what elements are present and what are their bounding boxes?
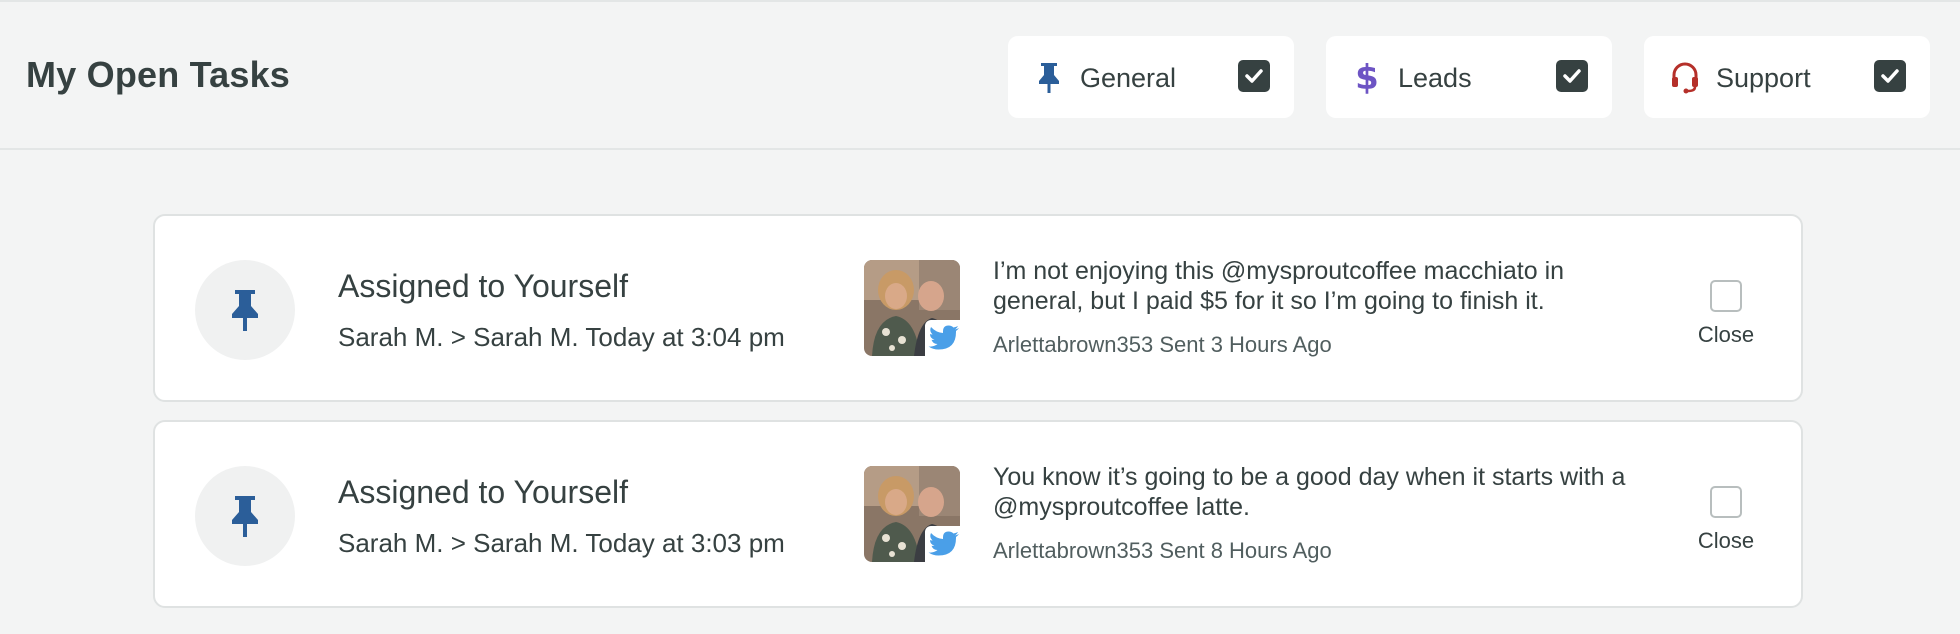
message-text: I’m not enjoying this @mysproutcoffee ma…	[993, 257, 1565, 315]
checkmark-icon	[1563, 69, 1581, 83]
message-sender: Arlettabrown353 Sent 8 Hours Ago	[993, 538, 1332, 563]
filter-label: General	[1080, 63, 1177, 93]
page-header: My Open Tasks General $ Leads Support	[0, 0, 1960, 150]
pin-icon	[232, 496, 258, 537]
twitter-icon	[925, 526, 963, 562]
close-task-checkbox[interactable]	[1710, 280, 1742, 312]
filter-leads[interactable]: $ Leads	[1326, 36, 1612, 118]
filter-support-checkbox[interactable]	[1874, 60, 1906, 92]
headset-icon	[1668, 60, 1702, 94]
task-type-badge	[195, 260, 295, 360]
filter-label: Leads	[1398, 63, 1472, 93]
close-label: Close	[1697, 322, 1755, 347]
message-sender: Arlettabrown353 Sent 3 Hours Ago	[993, 332, 1332, 357]
filter-support[interactable]: Support	[1644, 36, 1930, 118]
checkmark-icon	[1245, 69, 1263, 83]
filter-general[interactable]: General	[1008, 36, 1294, 118]
filter-general-checkbox[interactable]	[1238, 60, 1270, 92]
page-title: My Open Tasks	[26, 54, 291, 95]
twitter-icon	[925, 320, 963, 356]
filter-label: Support	[1716, 63, 1811, 93]
task-meta: Sarah M. > Sarah M. Today at 3:03 pm	[338, 528, 785, 558]
task-card[interactable]: Assigned to Yourself Sarah M. > Sarah M.…	[153, 420, 1803, 608]
task-meta: Sarah M. > Sarah M. Today at 3:04 pm	[338, 322, 785, 352]
message-text: You know it’s going to be a good day whe…	[993, 463, 1626, 521]
pin-icon	[1032, 60, 1066, 94]
close-label: Close	[1697, 528, 1755, 553]
close-task-checkbox[interactable]	[1710, 486, 1742, 518]
svg-text:$: $	[1355, 60, 1379, 94]
filter-leads-checkbox[interactable]	[1556, 60, 1588, 92]
dollar-icon: $	[1350, 58, 1384, 98]
checkmark-icon	[1881, 69, 1899, 83]
task-title: Assigned to Yourself	[338, 268, 628, 304]
task-card[interactable]: Assigned to Yourself Sarah M. > Sarah M.…	[153, 214, 1803, 402]
task-type-badge	[195, 466, 295, 566]
pin-icon	[232, 290, 258, 331]
task-title: Assigned to Yourself	[338, 474, 628, 510]
